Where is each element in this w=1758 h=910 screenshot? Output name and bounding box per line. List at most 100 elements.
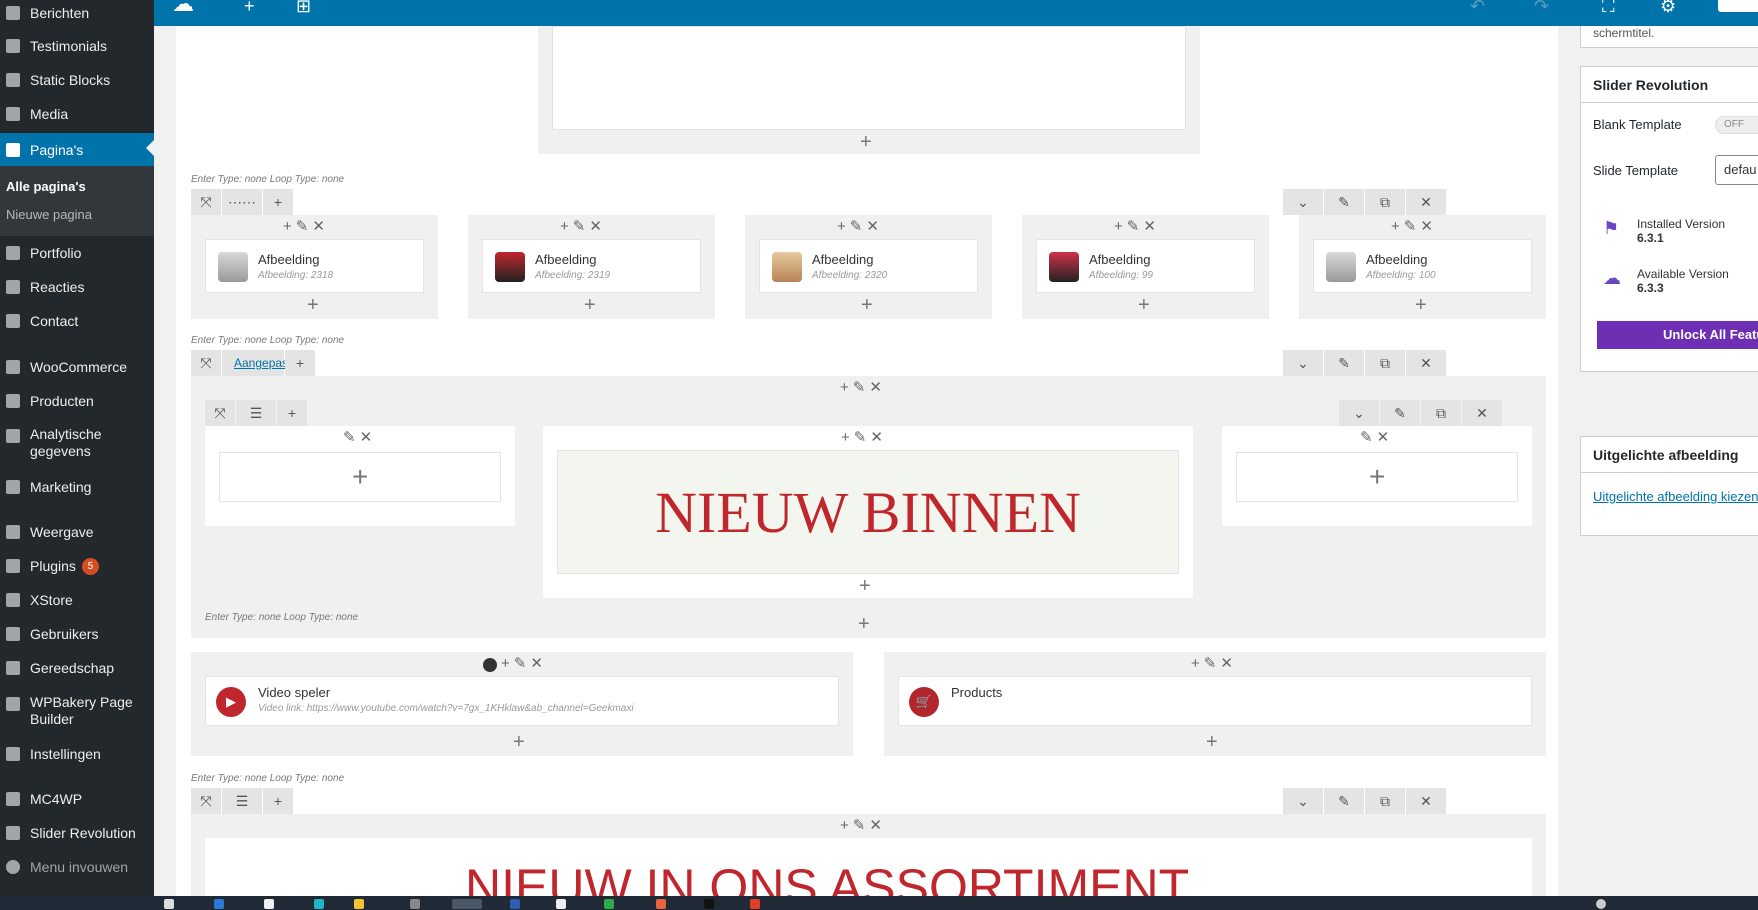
submenu-alle-paginas[interactable]: Alle pagina's: [6, 179, 86, 194]
delete-row-icon[interactable]: ✕: [1406, 350, 1446, 376]
products-element[interactable]: 🛒 Products: [898, 676, 1532, 726]
gear-icon[interactable]: ⚙: [1660, 0, 1676, 16]
column-controls[interactable]: ✎✕: [1360, 428, 1393, 446]
bottom-banner-element[interactable]: NIEUW IN ONS ASSORTIMENT: [205, 838, 1532, 896]
sidebar-item-woocommerce[interactable]: WooCommerce: [0, 352, 154, 382]
toggle-row-icon[interactable]: ⌄: [1283, 350, 1323, 376]
clone-row-icon[interactable]: ⧉: [1365, 189, 1405, 215]
column-controls[interactable]: +✎✕: [1191, 654, 1237, 672]
image-element-3[interactable]: Afbeelding Afbeelding: 2320: [759, 239, 978, 293]
clone-row-icon[interactable]: ⧉: [1365, 350, 1405, 376]
taskbar-app-icon[interactable]: [264, 899, 274, 909]
column-controls[interactable]: ✎✕: [343, 428, 376, 446]
add-element-plus-icon[interactable]: +: [861, 295, 873, 315]
taskbar-app-icon[interactable]: [214, 899, 224, 909]
add-element-plus-icon[interactable]: +: [352, 463, 368, 491]
sidebar-item-instellingen[interactable]: Instellingen: [0, 739, 154, 769]
add-element-plus-icon[interactable]: +: [1369, 463, 1385, 491]
move-row-icon[interactable]: ⤧: [191, 788, 221, 814]
column-controls[interactable]: +✎✕: [841, 428, 887, 446]
inner-layout-icon[interactable]: ☰: [236, 400, 276, 426]
sidebar-item-producten[interactable]: Producten: [0, 386, 154, 416]
column-controls[interactable]: +✎✕: [840, 816, 886, 834]
add-element-plus-icon[interactable]: +: [513, 732, 525, 752]
add-column-icon[interactable]: +: [263, 788, 293, 814]
delete-inner-row-icon[interactable]: ✕: [1462, 400, 1502, 426]
add-element-icon[interactable]: +: [244, 0, 255, 16]
add-element-plus-icon[interactable]: +: [1415, 295, 1427, 315]
empty-column-dropzone[interactable]: +: [219, 452, 501, 502]
column-controls[interactable]: +✎✕: [560, 217, 606, 235]
sidebar-item-reacties[interactable]: Reacties: [0, 272, 154, 302]
taskbar-app-icon[interactable]: [704, 899, 714, 909]
sidebar-item-xstore[interactable]: XStore: [0, 585, 154, 615]
preview-button[interactable]: [1718, 0, 1758, 12]
sidebar-item-contact[interactable]: Contact: [0, 306, 154, 336]
taskbar-app-icon[interactable]: [510, 899, 520, 909]
taskbar-app-icon[interactable]: [314, 899, 324, 909]
set-featured-image-link[interactable]: Uitgelichte afbeelding kiezen: [1593, 489, 1758, 504]
empty-column-dropzone[interactable]: +: [1236, 452, 1518, 502]
templates-icon[interactable]: ⊞: [296, 0, 311, 16]
sidebar-item-berichten[interactable]: Berichten: [0, 0, 154, 28]
edit-row-icon[interactable]: ✎: [1324, 788, 1364, 814]
add-element-plus-icon[interactable]: +: [584, 295, 596, 315]
layout-icon[interactable]: ⋯⋯: [222, 189, 262, 215]
sidebar-item-slider-revolution[interactable]: Slider Revolution: [0, 818, 154, 848]
sidebar-item-portfolio[interactable]: Portfolio: [0, 238, 154, 268]
move-row-icon[interactable]: ⤧: [191, 350, 221, 376]
taskbar-app-icon[interactable]: [164, 899, 174, 909]
column-controls[interactable]: +✎✕: [283, 217, 329, 235]
slide-template-select[interactable]: defau: [1715, 155, 1758, 185]
image-element-2[interactable]: Afbeelding Afbeelding: 2319: [482, 239, 701, 293]
edit-row-icon[interactable]: ✎: [1324, 189, 1364, 215]
taskbar-app-icon[interactable]: [656, 899, 666, 909]
column-controls[interactable]: +✎✕: [840, 378, 886, 396]
clone-inner-row-icon[interactable]: ⧉: [1421, 400, 1461, 426]
image-element-1[interactable]: Afbeelding Afbeelding: 2318: [205, 239, 424, 293]
add-element-plus-icon[interactable]: +: [859, 576, 871, 596]
video-player-element[interactable]: ▶ Video speler Video link: https://www.y…: [205, 676, 839, 726]
taskbar-app-icon[interactable]: [410, 899, 420, 909]
delete-row-icon[interactable]: ✕: [1406, 189, 1446, 215]
undo-icon[interactable]: ↶: [1470, 0, 1485, 16]
sidebar-item-testimonials[interactable]: Testimonials: [0, 31, 154, 61]
sidebar-item-media[interactable]: Media: [0, 99, 154, 129]
add-element-plus-icon[interactable]: +: [858, 614, 870, 634]
delete-row-icon[interactable]: ✕: [1406, 788, 1446, 814]
column-controls[interactable]: +✎✕: [501, 654, 547, 672]
edit-row-icon[interactable]: ✎: [1324, 350, 1364, 376]
toggle-inner-row-icon[interactable]: ⌄: [1339, 400, 1379, 426]
nieuw-binnen-banner[interactable]: NIEUW BINNEN: [557, 450, 1179, 574]
column-controls[interactable]: +✎✕: [837, 217, 883, 235]
add-element-plus-icon[interactable]: +: [1138, 295, 1150, 315]
add-column-icon[interactable]: +: [263, 189, 293, 215]
sidebar-item-marketing[interactable]: Marketing: [0, 472, 154, 502]
sidebar-item-mc4wp[interactable]: MC4WP: [0, 784, 154, 814]
taskbar-app-icon[interactable]: [556, 899, 566, 909]
column-state-icon[interactable]: [483, 658, 497, 672]
taskbar-app-icon[interactable]: [750, 899, 760, 909]
move-row-icon[interactable]: ⤧: [191, 189, 221, 215]
sidebar-item-weergave[interactable]: Weergave: [0, 517, 154, 547]
add-element-plus-icon[interactable]: +: [860, 132, 872, 152]
image-element-5[interactable]: Afbeelding Afbeelding: 100: [1313, 239, 1532, 293]
taskbar-active-app[interactable]: [452, 899, 482, 909]
sidebar-item-static-blocks[interactable]: Static Blocks: [0, 65, 154, 95]
toggle-row-icon[interactable]: ⌄: [1283, 189, 1323, 215]
column-controls[interactable]: +✎✕: [1114, 217, 1160, 235]
redo-icon[interactable]: ↷: [1534, 0, 1549, 16]
taskbar-app-icon[interactable]: [354, 899, 364, 909]
sidebar-item-menu-invouwen[interactable]: Menu invouwen: [0, 852, 154, 882]
sidebar-item-wpbakery[interactable]: WPBakery Page Builder: [0, 694, 154, 734]
fullscreen-icon[interactable]: ⛶: [1602, 0, 1615, 16]
move-inner-row-icon[interactable]: ⤧: [205, 400, 235, 426]
add-inner-column-icon[interactable]: +: [277, 400, 307, 426]
layout-icon[interactable]: ☰: [222, 788, 262, 814]
image-element-4[interactable]: Afbeelding Afbeelding: 99: [1036, 239, 1255, 293]
taskbar-app-icon[interactable]: [604, 899, 614, 909]
clone-row-icon[interactable]: ⧉: [1365, 788, 1405, 814]
sidebar-item-paginas[interactable]: Pagina's: [0, 133, 154, 167]
add-column-icon[interactable]: +: [285, 350, 315, 376]
sidebar-item-plugins[interactable]: Plugins 5: [0, 551, 154, 581]
